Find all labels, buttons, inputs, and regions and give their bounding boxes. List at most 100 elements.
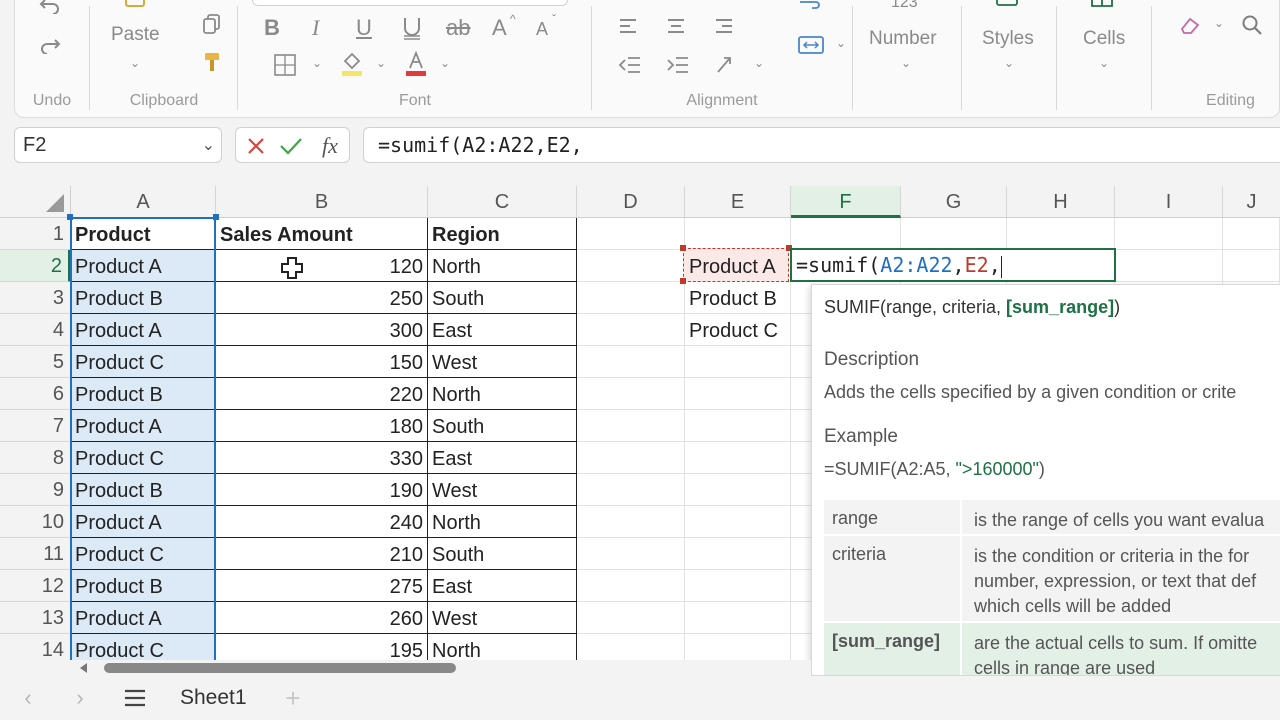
empty-cell[interactable] — [577, 346, 685, 378]
empty-cell[interactable] — [685, 506, 791, 538]
cell-region[interactable]: North — [428, 250, 577, 282]
cell-product[interactable]: Product B — [71, 378, 216, 410]
empty-cell[interactable] — [577, 250, 685, 282]
align-top-icon[interactable] — [616, 14, 640, 38]
empty-cell[interactable] — [577, 218, 685, 250]
empty-cell[interactable] — [685, 410, 791, 442]
align-bottom-icon[interactable] — [712, 14, 736, 38]
cell-region[interactable]: East — [428, 314, 577, 346]
chevron-down-icon[interactable]: ⌄ — [376, 56, 386, 70]
prev-sheet-icon[interactable]: ‹ — [16, 685, 40, 710]
column-header-e[interactable]: E — [685, 186, 791, 218]
column-header-g[interactable]: G — [901, 186, 1007, 218]
row-header[interactable]: 13 — [0, 602, 71, 634]
cell-product[interactable]: Product C — [71, 346, 216, 378]
cell-sales[interactable]: 220 — [216, 378, 428, 410]
column-header-c[interactable]: C — [428, 186, 577, 218]
column-header-b[interactable]: B — [216, 186, 428, 218]
row-header[interactable]: 5 — [0, 346, 71, 378]
grow-font-button[interactable]: A — [492, 15, 507, 41]
cells-button[interactable]: Cells — [1083, 28, 1125, 50]
chevron-down-icon[interactable]: ⌄ — [836, 36, 846, 50]
empty-cell[interactable] — [685, 570, 791, 602]
wrap-text-icon[interactable] — [796, 0, 824, 12]
empty-cell[interactable] — [577, 378, 685, 410]
row-header[interactable]: 10 — [0, 506, 71, 538]
header-cell-product[interactable]: Product — [71, 218, 216, 250]
header-cell-sales[interactable]: Sales Amount — [216, 218, 428, 250]
reference-handle[interactable] — [680, 245, 686, 251]
row-header[interactable]: 14 — [0, 634, 71, 660]
cell-product[interactable]: Product B — [71, 282, 216, 314]
font-color-icon[interactable] — [402, 50, 430, 78]
chevron-down-icon[interactable]: ⌄ — [1099, 56, 1109, 70]
row-header[interactable]: 1 — [0, 218, 71, 250]
cell-product[interactable]: Product C — [71, 634, 216, 660]
empty-cell[interactable] — [685, 538, 791, 570]
redo-icon[interactable] — [35, 32, 65, 58]
cell-e2[interactable]: Product A — [685, 250, 789, 282]
row-header[interactable]: 12 — [0, 570, 71, 602]
empty-cell[interactable] — [791, 218, 901, 250]
orientation-icon[interactable] — [712, 52, 740, 78]
search-icon[interactable] — [1238, 12, 1266, 38]
cell-product[interactable]: Product C — [71, 442, 216, 474]
empty-cell[interactable] — [577, 634, 685, 660]
empty-cell[interactable] — [685, 634, 791, 660]
cell-region[interactable]: South — [428, 538, 577, 570]
cell-region[interactable]: North — [428, 506, 577, 538]
column-header-h[interactable]: H — [1007, 186, 1115, 218]
header-cell-region[interactable]: Region — [428, 218, 577, 250]
italic-button[interactable]: I — [312, 15, 319, 41]
paste-button[interactable]: Paste — [111, 24, 160, 46]
cell-sales[interactable]: 275 — [216, 570, 428, 602]
cell-sales[interactable]: 180 — [216, 410, 428, 442]
cell-region[interactable]: South — [428, 282, 577, 314]
row-header[interactable]: 6 — [0, 378, 71, 410]
font-name-box[interactable] — [252, 0, 568, 6]
select-all-corner[interactable] — [0, 186, 71, 218]
shrink-font-button[interactable]: A — [536, 19, 548, 40]
cell-e4[interactable]: Product C — [685, 314, 791, 346]
row-header[interactable]: 4 — [0, 314, 71, 346]
empty-cell[interactable] — [577, 442, 685, 474]
cell-region[interactable]: South — [428, 410, 577, 442]
empty-cell[interactable] — [1223, 250, 1280, 282]
column-header-f[interactable]: F — [791, 186, 901, 218]
empty-cell[interactable] — [1223, 218, 1280, 250]
empty-cell[interactable] — [1007, 218, 1115, 250]
cell-region[interactable]: West — [428, 474, 577, 506]
column-header-i[interactable]: I — [1115, 186, 1223, 218]
row-header[interactable]: 7 — [0, 410, 71, 442]
undo-icon[interactable] — [35, 0, 65, 16]
empty-cell[interactable] — [1115, 250, 1223, 282]
copy-icon[interactable] — [200, 12, 224, 36]
cell-region[interactable]: West — [428, 602, 577, 634]
empty-cell[interactable] — [685, 346, 791, 378]
sheet-tab-sheet1[interactable]: Sheet1 — [180, 686, 247, 710]
cell-sales[interactable]: 120 — [216, 250, 428, 282]
merge-center-icon[interactable] — [796, 32, 826, 58]
empty-cell[interactable] — [577, 474, 685, 506]
cell-product[interactable]: Product A — [71, 314, 216, 346]
cell-sales[interactable]: 210 — [216, 538, 428, 570]
empty-cell[interactable] — [685, 378, 791, 410]
underline-button[interactable]: U — [356, 15, 372, 41]
format-painter-icon[interactable] — [200, 50, 224, 74]
strikethrough-button[interactable]: ab — [446, 15, 470, 41]
formula-input[interactable]: =sumif(A2:A22,E2, — [363, 127, 1280, 163]
reference-handle[interactable] — [213, 214, 219, 220]
chevron-down-icon[interactable]: ⌄ — [1214, 16, 1224, 30]
empty-cell[interactable] — [901, 218, 1007, 250]
empty-cell[interactable] — [577, 506, 685, 538]
paste-icon[interactable] — [120, 0, 150, 10]
align-middle-icon[interactable] — [664, 14, 688, 38]
cell-sales[interactable]: 260 — [216, 602, 428, 634]
column-header-j[interactable]: J — [1223, 186, 1280, 218]
cell-sales[interactable]: 240 — [216, 506, 428, 538]
fill-color-icon[interactable] — [338, 50, 366, 78]
styles-button[interactable]: Styles — [982, 28, 1034, 50]
cell-product[interactable]: Product A — [71, 602, 216, 634]
increase-indent-icon[interactable] — [664, 52, 692, 78]
empty-cell[interactable] — [1115, 218, 1223, 250]
